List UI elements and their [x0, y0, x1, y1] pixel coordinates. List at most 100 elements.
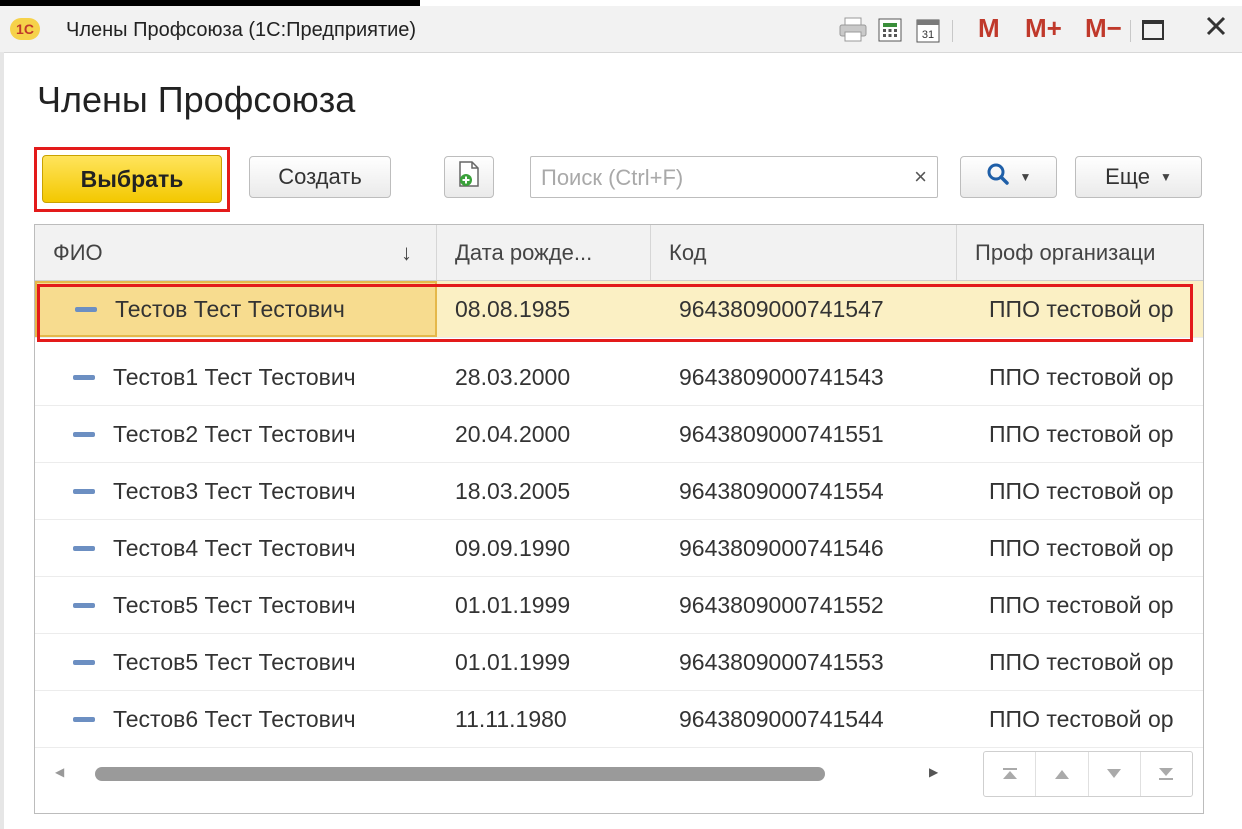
- cell-organization[interactable]: ППО тестовой ор: [957, 634, 1203, 690]
- add-file-button[interactable]: [444, 156, 494, 198]
- cell-organization[interactable]: ППО тестовой ор: [957, 520, 1203, 576]
- row-dash-icon: [73, 375, 95, 380]
- scroll-right-icon[interactable]: ▶: [929, 765, 938, 779]
- cell-fio[interactable]: Тестов Тест Тестович: [35, 281, 437, 337]
- cell-fio[interactable]: Тестов5 Тест Тестович: [35, 634, 437, 690]
- last-icon[interactable]: [1141, 752, 1192, 796]
- cell-fio-text: Тестов5 Тест Тестович: [113, 649, 356, 675]
- window-left-border: [0, 52, 4, 829]
- row-dash-icon: [73, 546, 95, 551]
- table-row[interactable]: Тестов6 Тест Тестович 11.11.1980 9643809…: [35, 691, 1203, 748]
- row-navigation: [983, 751, 1193, 797]
- row-dash-icon: [73, 432, 95, 437]
- cell-fio-text: Тестов Тест Тестович: [115, 296, 345, 322]
- cell-birth-date[interactable]: 18.03.2005: [437, 463, 651, 519]
- cell-organization[interactable]: ППО тестовой ор: [957, 463, 1203, 519]
- chevron-down-icon: ▼: [1159, 170, 1172, 184]
- cell-code[interactable]: 9643809000741553: [651, 634, 957, 690]
- add-file-icon: [458, 160, 480, 194]
- table-row[interactable]: Тестов1 Тест Тестович 28.03.2000 9643809…: [35, 349, 1203, 406]
- horizontal-scrollbar[interactable]: ◀ ▶: [45, 755, 965, 795]
- cell-fio[interactable]: Тестов5 Тест Тестович: [35, 577, 437, 633]
- cell-organization[interactable]: ППО тестовой ор: [957, 691, 1203, 747]
- cell-fio[interactable]: Тестов2 Тест Тестович: [35, 406, 437, 462]
- cell-organization[interactable]: ППО тестовой ор: [957, 577, 1203, 633]
- titlebar-separator: [1130, 20, 1131, 42]
- calendar-icon[interactable]: 31: [914, 16, 942, 44]
- scrollbar-thumb[interactable]: [95, 767, 825, 781]
- row-dash-icon: [75, 307, 97, 312]
- table-row[interactable]: Тестов4 Тест Тестович 09.09.1990 9643809…: [35, 520, 1203, 577]
- row-dash-icon: [73, 489, 95, 494]
- up-icon[interactable]: [1036, 752, 1089, 796]
- row-dash-icon: [73, 660, 95, 665]
- cell-fio[interactable]: Тестов1 Тест Тестович: [35, 349, 437, 405]
- column-header-label: ФИО: [53, 240, 103, 265]
- memory-m-button[interactable]: M: [978, 13, 1000, 43]
- cell-birth-date[interactable]: 20.04.2000: [437, 406, 651, 462]
- calculator-icon[interactable]: [876, 16, 904, 44]
- window-title: Члены Профсоюза (1С:Предприятие): [66, 19, 417, 41]
- table-row[interactable]: Тестов5 Тест Тестович 01.01.1999 9643809…: [35, 634, 1203, 691]
- clear-search-icon[interactable]: ×: [914, 163, 927, 191]
- search-icon: [986, 162, 1010, 192]
- search-input[interactable]: [539, 157, 883, 199]
- cell-birth-date[interactable]: 09.09.1990: [437, 520, 651, 576]
- cell-organization[interactable]: ППО тестовой ор: [957, 349, 1203, 405]
- cell-birth-date[interactable]: 28.03.2000: [437, 349, 651, 405]
- search-options-button[interactable]: ▼: [960, 156, 1057, 198]
- window-titlebar: 1С Члены Профсоюза (1С:Предприятие) 31 M…: [0, 6, 1242, 53]
- cell-fio-text: Тестов2 Тест Тестович: [113, 421, 356, 447]
- column-header-birth-date[interactable]: Дата рожде...: [437, 225, 651, 280]
- table-row-selected[interactable]: Тестов Тест Тестович 08.08.1985 96438090…: [35, 281, 1203, 338]
- scroll-left-icon[interactable]: ◀: [55, 765, 64, 779]
- sort-down-icon: ↓: [401, 240, 412, 265]
- column-header-organization[interactable]: Проф организаци: [957, 225, 1203, 280]
- cell-code[interactable]: 9643809000741544: [651, 691, 957, 747]
- cell-code[interactable]: 9643809000741554: [651, 463, 957, 519]
- memory-minus-button[interactable]: M−: [1085, 13, 1122, 43]
- table-header: ФИО ↓ Дата рожде... Код Проф организаци: [35, 225, 1203, 281]
- cell-birth-date[interactable]: 01.01.1999: [437, 634, 651, 690]
- search-field[interactable]: ×: [530, 156, 938, 199]
- cell-fio[interactable]: Тестов3 Тест Тестович: [35, 463, 437, 519]
- row-dash-icon: [73, 603, 95, 608]
- cell-fio[interactable]: Тестов4 Тест Тестович: [35, 520, 437, 576]
- cell-fio-text: Тестов5 Тест Тестович: [113, 592, 356, 618]
- select-button[interactable]: Выбрать: [42, 155, 222, 203]
- cell-birth-date[interactable]: 08.08.1985: [437, 281, 651, 337]
- cell-birth-date[interactable]: 01.01.1999: [437, 577, 651, 633]
- table-row[interactable]: Тестов2 Тест Тестович 20.04.2000 9643809…: [35, 406, 1203, 463]
- titlebar-separator: [952, 20, 953, 42]
- cell-code[interactable]: 9643809000741551: [651, 406, 957, 462]
- printer-icon[interactable]: [836, 16, 870, 44]
- cell-organization[interactable]: ППО тестовой ор: [957, 281, 1203, 337]
- cell-code[interactable]: 9643809000741552: [651, 577, 957, 633]
- column-header-fio[interactable]: ФИО ↓: [35, 225, 437, 280]
- cell-organization[interactable]: ППО тестовой ор: [957, 406, 1203, 462]
- cell-fio-text: Тестов6 Тест Тестович: [113, 706, 356, 732]
- cell-fio[interactable]: Тестов6 Тест Тестович: [35, 691, 437, 747]
- row-dash-icon: [73, 717, 95, 722]
- svg-text:31: 31: [922, 29, 934, 41]
- cell-code[interactable]: 9643809000741546: [651, 520, 957, 576]
- first-icon[interactable]: [984, 752, 1037, 796]
- table-row[interactable]: Тестов3 Тест Тестович 18.03.2005 9643809…: [35, 463, 1203, 520]
- down-icon[interactable]: [1089, 752, 1141, 796]
- chevron-down-icon: ▼: [1019, 170, 1032, 184]
- members-table[interactable]: ФИО ↓ Дата рожде... Код Проф организаци …: [34, 224, 1204, 814]
- more-button-label: Еще: [1105, 164, 1150, 189]
- memory-plus-button[interactable]: M+: [1025, 13, 1062, 43]
- cell-birth-date[interactable]: 11.11.1980: [437, 691, 651, 747]
- 1c-logo-icon: 1С: [10, 18, 40, 40]
- cell-fio-text: Тестов3 Тест Тестович: [113, 478, 356, 504]
- page-title: Члены Профсоюза: [37, 79, 356, 120]
- cell-code[interactable]: 9643809000741547: [651, 281, 957, 337]
- cell-code[interactable]: 9643809000741543: [651, 349, 957, 405]
- table-row[interactable]: Тестов5 Тест Тестович 01.01.1999 9643809…: [35, 577, 1203, 634]
- close-icon[interactable]: [1198, 12, 1234, 40]
- more-button[interactable]: Еще ▼: [1075, 156, 1202, 198]
- maximize-icon[interactable]: [1138, 16, 1168, 44]
- create-button[interactable]: Создать: [249, 156, 391, 198]
- column-header-code[interactable]: Код: [651, 225, 957, 280]
